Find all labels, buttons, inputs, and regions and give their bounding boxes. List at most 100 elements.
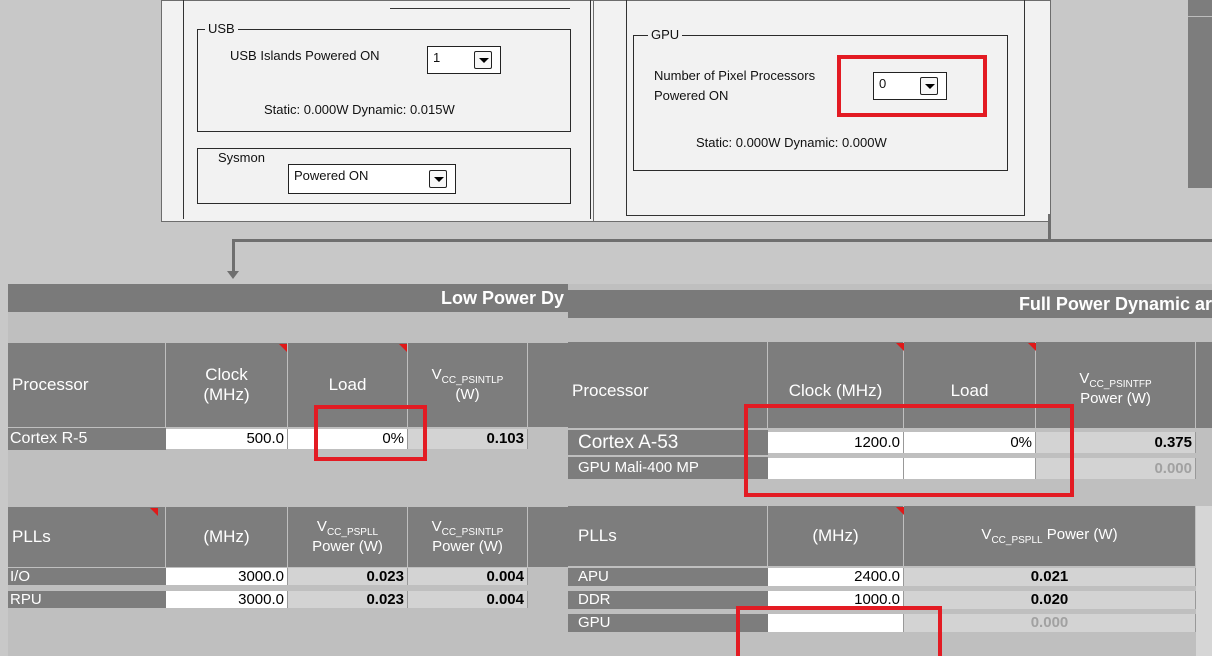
full-power-title: Full Power Dynamic ar bbox=[568, 290, 1212, 318]
full-power-clock-header-text: Clock (MHz) bbox=[788, 381, 883, 400]
sysmon-state-value: Powered ON bbox=[294, 168, 369, 183]
full-power-right-edge bbox=[1196, 506, 1212, 656]
full-power-plls-header: PLLs bbox=[568, 506, 768, 566]
low-power-cpu-load[interactable]: 0% bbox=[288, 429, 408, 449]
full-power-cpu-row-gpu-name: GPU Mali-400 MP bbox=[568, 457, 768, 479]
usb-islands-value: 1 bbox=[433, 50, 441, 65]
top-divider bbox=[390, 8, 570, 9]
low-power-pll-row-rpu-mhz[interactable]: 3000.0 bbox=[166, 591, 288, 608]
power-estimator-window: USB USB Islands Powered ON 1 Static: 0.0… bbox=[0, 0, 1212, 656]
low-power-pll-psintlp-main: V bbox=[431, 518, 442, 535]
usb-static-dynamic: Static: 0.000W Dynamic: 0.015W bbox=[264, 102, 455, 117]
low-power-vcc-header-main: V bbox=[431, 366, 442, 383]
full-power-pll-row-gpu-mhz[interactable] bbox=[768, 614, 904, 632]
full-power-title-text: Full Power Dynamic ar bbox=[1018, 294, 1212, 314]
chevron-down-icon[interactable] bbox=[920, 77, 938, 95]
full-power-cpu-row-a53-load[interactable]: 0% bbox=[904, 432, 1036, 453]
usb-islands-label: USB Islands Powered ON bbox=[230, 48, 380, 63]
full-power-vcc-header-sub: CC_PSINTFP bbox=[1089, 379, 1152, 390]
full-power-pll-row-gpu-power: 0.000 bbox=[904, 614, 1196, 632]
low-power-cpu-name: Cortex R-5 bbox=[8, 428, 166, 450]
full-power-pll-mhz-header-text: (MHz) bbox=[812, 526, 859, 545]
low-power-title-text: Low Power Dy bbox=[440, 288, 564, 308]
sysmon-state-select[interactable]: Powered ON bbox=[288, 164, 456, 194]
gpu-pixel-value: 0 bbox=[879, 76, 887, 91]
comment-marker[interactable] bbox=[279, 344, 287, 352]
full-power-pll-row-ddr-power: 0.020 bbox=[904, 591, 1196, 609]
connector-left-drop bbox=[232, 239, 235, 272]
full-power-pll-vcc-unit: Power (W) bbox=[1042, 526, 1118, 543]
full-power-load-header: Load bbox=[904, 342, 1036, 428]
full-power-pll-vcc-header: VCC_PSPLL Power (W) bbox=[904, 506, 1196, 566]
full-power-pll-vcc-main: V bbox=[981, 526, 992, 543]
full-power-cpu-row-gpu-load[interactable] bbox=[904, 458, 1036, 479]
low-power-clock-header: Clock (MHz) bbox=[166, 343, 288, 427]
gpu-pixel-select[interactable]: 0 bbox=[873, 72, 947, 100]
full-power-processor-header-text: Processor bbox=[572, 381, 649, 400]
full-power-cpu-row-a53-power: 0.375 bbox=[1036, 432, 1196, 453]
gpu-pixel-label-line1: Number of Pixel Processors bbox=[654, 68, 816, 83]
full-power-cpu-row-gpu-clock[interactable] bbox=[768, 458, 904, 479]
low-power-plls-header-text: PLLs bbox=[12, 527, 51, 546]
full-power-vcc-header: VCC_PSINTFP Power (W) bbox=[1036, 342, 1196, 428]
low-power-pll-row-io-pspll: 0.023 bbox=[288, 568, 408, 585]
full-power-cpu-row-gpu-power: 0.000 bbox=[1036, 458, 1196, 479]
low-power-load-header: Load bbox=[288, 343, 408, 427]
low-power-pll-mhz-header: (MHz) bbox=[166, 507, 288, 567]
low-power-pll-row-io-name: I/O bbox=[8, 568, 166, 585]
full-power-vcc-header-unit: Power (W) bbox=[1080, 390, 1151, 407]
low-power-pll-row-rpu-name: RPU bbox=[8, 591, 166, 608]
full-power-clock-header: Clock (MHz) bbox=[768, 342, 904, 428]
low-power-vcc-header-sub: CC_PSINTLP bbox=[441, 375, 504, 386]
full-power-pll-row-ddr-mhz[interactable]: 1000.0 bbox=[768, 591, 904, 609]
low-power-pll-row-rpu-pspll: 0.023 bbox=[288, 591, 408, 608]
sysmon-group-title: Sysmon bbox=[215, 150, 268, 166]
right-scroll-strip bbox=[1188, 0, 1212, 188]
gpu-static-dynamic: Static: 0.000W Dynamic: 0.000W bbox=[696, 135, 887, 150]
low-power-title: Low Power Dy bbox=[8, 284, 568, 312]
chevron-down-icon[interactable] bbox=[429, 170, 447, 188]
low-power-pll-pspll-header: VCC_PSPLL Power (W) bbox=[288, 507, 408, 567]
low-power-plls-header: PLLs bbox=[8, 507, 166, 567]
low-power-pll-row-io-mhz[interactable]: 3000.0 bbox=[166, 568, 288, 585]
low-power-clock-header-line1: Clock bbox=[205, 365, 248, 384]
low-power-clock-header-line2: (MHz) bbox=[203, 385, 250, 404]
low-power-pll-row-rpu-psintlp: 0.004 bbox=[408, 591, 528, 608]
gpu-group-title: GPU bbox=[648, 27, 683, 43]
low-power-vcc-header-unit: (W) bbox=[455, 386, 480, 403]
comment-marker[interactable] bbox=[150, 508, 158, 516]
low-power-cpu-power: 0.103 bbox=[408, 429, 528, 449]
low-power-vcc-header: VCC_PSINTLP (W) bbox=[408, 343, 528, 427]
low-power-pll-row-io-psintlp: 0.004 bbox=[408, 568, 528, 585]
low-power-pll-pspll-main: V bbox=[316, 518, 327, 535]
full-power-pll-row-apu-power: 0.021 bbox=[904, 568, 1196, 586]
low-power-pll-mhz-header-text: (MHz) bbox=[203, 527, 250, 546]
low-power-cpu-clock[interactable]: 500.0 bbox=[166, 429, 288, 449]
chevron-down-icon[interactable] bbox=[474, 51, 492, 69]
full-power-pll-row-apu-mhz[interactable]: 2400.0 bbox=[768, 568, 904, 586]
full-power-pll-row-ddr-name: DDR bbox=[568, 591, 768, 609]
full-power-cpu-row-a53-clock[interactable]: 1200.0 bbox=[768, 432, 904, 453]
full-power-vcc-header-main: V bbox=[1079, 370, 1090, 387]
full-power-processor-header: Processor bbox=[568, 342, 768, 428]
low-power-pll-psintlp-sub: CC_PSINTLP bbox=[441, 527, 504, 538]
usb-islands-select[interactable]: 1 bbox=[427, 46, 501, 74]
full-power-pll-row-apu-name: APU bbox=[568, 568, 768, 586]
comment-marker[interactable] bbox=[896, 507, 904, 515]
comment-marker[interactable] bbox=[1028, 343, 1036, 351]
low-power-processor-header: Processor bbox=[8, 343, 166, 427]
full-power-pll-row-gpu-name: GPU bbox=[568, 614, 768, 632]
full-power-load-header-text: Load bbox=[950, 381, 989, 400]
full-power-cpu-row-a53-name: Cortex A-53 bbox=[568, 430, 768, 455]
arrow-down-icon bbox=[227, 271, 239, 279]
connector-horizontal bbox=[232, 239, 1212, 242]
low-power-pll-psintlp-header: VCC_PSINTLP Power (W) bbox=[408, 507, 528, 567]
full-power-pll-vcc-sub: CC_PSPLL bbox=[991, 535, 1043, 546]
connector-right-riser bbox=[1048, 214, 1051, 242]
gpu-pixel-label-line2: Powered ON bbox=[654, 88, 729, 103]
right-scroll-thumb-line bbox=[1188, 16, 1212, 17]
comment-marker[interactable] bbox=[399, 344, 407, 352]
full-power-pll-mhz-header: (MHz) bbox=[768, 506, 904, 566]
comment-marker[interactable] bbox=[896, 343, 904, 351]
usb-group-title: USB bbox=[205, 21, 238, 37]
